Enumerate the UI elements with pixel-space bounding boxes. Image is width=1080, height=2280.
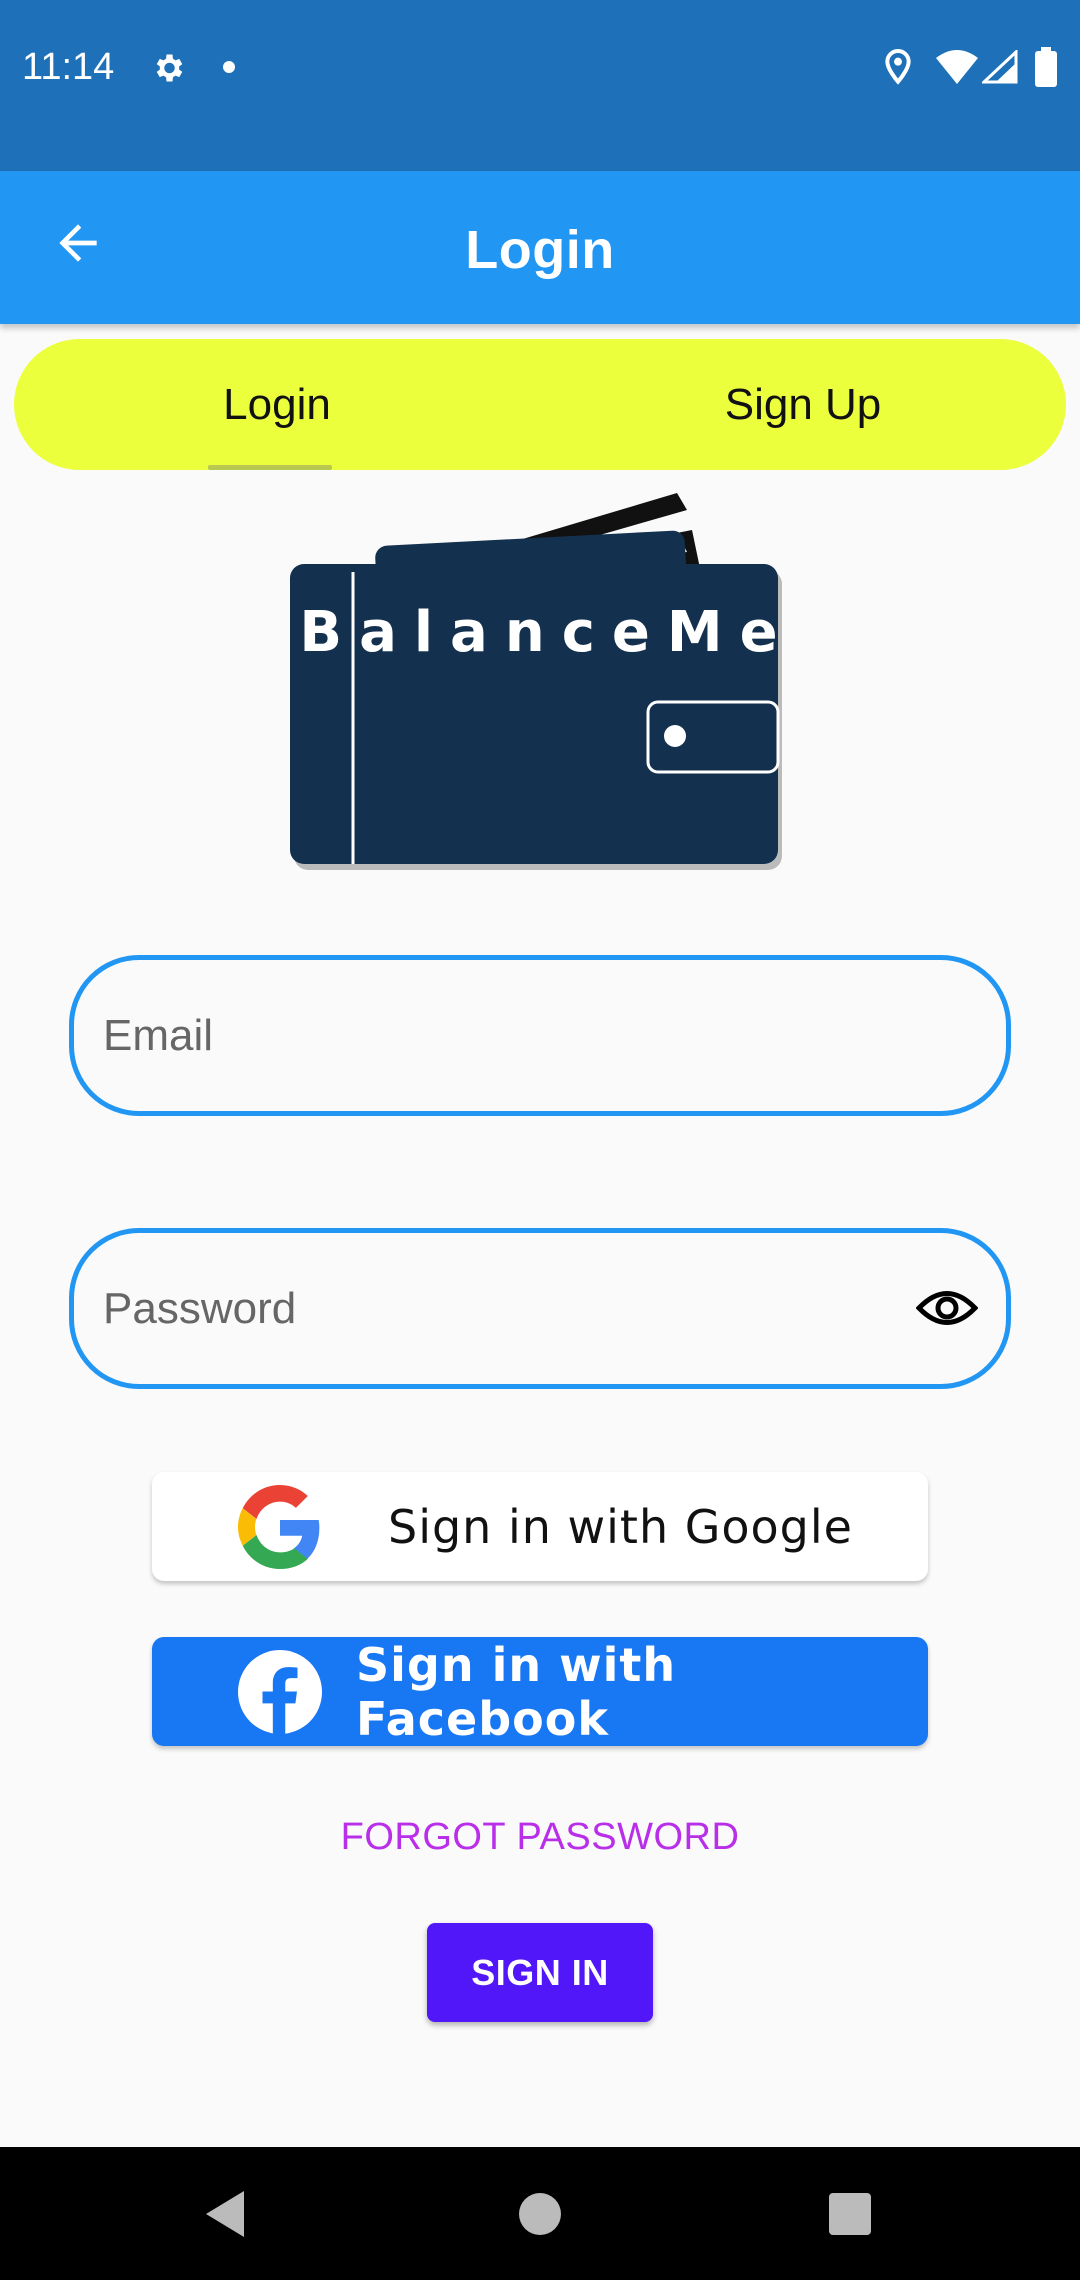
logo-text: BalanceMe [299, 600, 795, 665]
google-icon [238, 1485, 322, 1574]
forgot-password-link[interactable]: FORGOT PASSWORD [0, 1816, 1080, 1859]
nav-recents-icon[interactable] [829, 2193, 871, 2235]
google-sign-in-label: Sign in with Google [388, 1499, 853, 1554]
facebook-sign-in-label: Sign in with Facebook [356, 1637, 677, 1746]
status-time: 11:14 [22, 46, 115, 88]
wifi-icon [936, 50, 978, 89]
tab-sign-up[interactable]: Sign Up [540, 339, 1066, 470]
notification-dot [223, 61, 235, 73]
email-field[interactable] [69, 955, 1011, 1116]
app-bar: Login [0, 171, 1080, 324]
navigation-bar [0, 2147, 1080, 2280]
nav-back-icon[interactable] [204, 2189, 246, 2244]
page-title: Login [465, 220, 615, 280]
signal-icon [980, 48, 1018, 89]
facebook-sign-in-button[interactable]: Sign in with Facebook [152, 1637, 928, 1746]
tab-login[interactable]: Login [14, 339, 540, 470]
tab-bar: Login Sign Up [14, 339, 1066, 470]
sign-in-button[interactable]: SIGN IN [427, 1923, 653, 2022]
status-bar: 11:14 [0, 0, 1080, 171]
password-field[interactable] [69, 1228, 1011, 1389]
gear-icon [150, 50, 186, 91]
google-sign-in-button[interactable]: Sign in with Google [152, 1472, 928, 1581]
email-input[interactable] [101, 960, 921, 1111]
eye-icon[interactable] [915, 1285, 979, 1336]
tab-indicator [208, 465, 332, 470]
facebook-icon [238, 1650, 322, 1739]
password-input[interactable] [101, 1233, 921, 1384]
battery-icon [1035, 47, 1057, 92]
location-icon [882, 48, 914, 91]
wallet-logo [282, 490, 802, 885]
nav-home-icon[interactable] [519, 2193, 561, 2235]
